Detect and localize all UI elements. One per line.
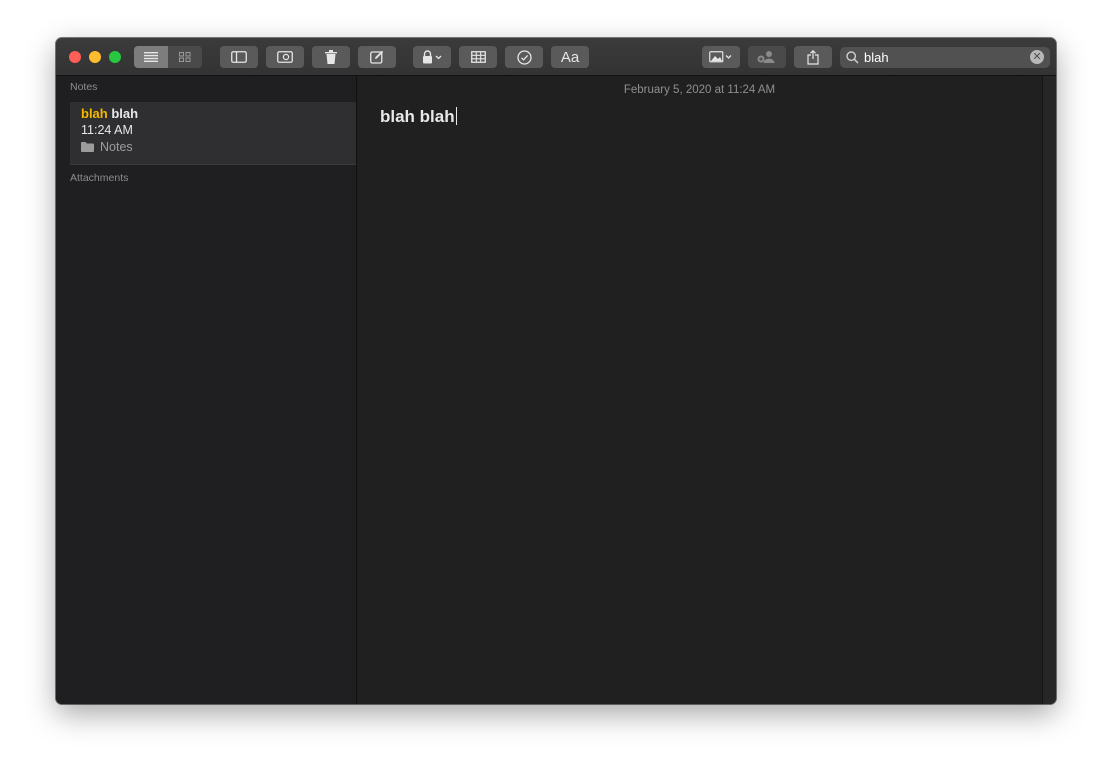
checklist-icon — [516, 49, 532, 65]
sidebar-icon — [231, 51, 247, 63]
note-body[interactable]: blah blah — [380, 107, 457, 127]
attachments-icon — [277, 51, 293, 63]
delete-note-button[interactable] — [312, 46, 350, 68]
note-title-rest: blah — [107, 106, 139, 121]
add-people-button[interactable] — [748, 46, 786, 68]
format-text-button[interactable]: Aa — [551, 46, 589, 68]
toggle-sidebar-button[interactable] — [220, 46, 258, 68]
add-media-button[interactable] — [702, 46, 740, 68]
add-people-icon — [757, 51, 775, 63]
gallery-view-button[interactable] — [168, 46, 202, 68]
note-list-item[interactable]: blah blah 11:24 AM Notes — [70, 102, 356, 165]
share-icon — [807, 49, 819, 65]
text-cursor — [455, 107, 457, 125]
editor-scrollbar[interactable] — [1042, 76, 1056, 704]
search-icon — [846, 51, 859, 64]
search-match-highlight: blah — [81, 106, 108, 121]
list-view-button[interactable] — [134, 46, 168, 68]
toolbar: Aa blah ✕ — [56, 38, 1056, 76]
lock-icon — [423, 50, 442, 64]
note-title: blah blah — [81, 106, 138, 121]
trash-icon — [325, 50, 337, 64]
share-button[interactable] — [794, 46, 832, 68]
photo-icon — [709, 51, 732, 63]
lock-note-button[interactable] — [413, 46, 451, 68]
zoom-window-button[interactable] — [109, 51, 121, 63]
note-folder-label: Notes — [100, 140, 133, 154]
minimize-window-button[interactable] — [89, 51, 101, 63]
list-view-icon — [144, 52, 158, 62]
note-editor[interactable]: February 5, 2020 at 11:24 AM blah blah — [357, 76, 1042, 704]
insert-table-button[interactable] — [459, 46, 497, 68]
note-date: February 5, 2020 at 11:24 AM — [623, 84, 776, 96]
notes-list-sidebar: Notes blah blah 11:24 AM Notes Attachmen… — [56, 76, 357, 704]
clear-icon[interactable]: ✕ — [1030, 50, 1044, 64]
attachments-browser-button[interactable] — [266, 46, 304, 68]
notes-section-header: Notes — [70, 81, 98, 93]
close-window-button[interactable] — [69, 51, 81, 63]
new-note-button[interactable] — [358, 46, 396, 68]
view-mode-segmented-control — [134, 46, 202, 68]
compose-icon — [370, 50, 384, 64]
format-label: Aa — [560, 48, 580, 66]
search-field[interactable]: ✕ — [840, 47, 1050, 68]
note-body-text: blah blah — [380, 107, 455, 126]
note-time: 11:24 AM — [81, 123, 133, 137]
attachments-section-header: Attachments — [70, 172, 129, 184]
table-icon — [470, 51, 486, 63]
gallery-view-icon — [179, 52, 191, 62]
notes-window: Aa blah ✕ Notes blah blah 11:24 AM Notes… — [56, 38, 1056, 704]
note-folder: Notes — [81, 140, 133, 154]
search-input[interactable] — [864, 50, 1024, 65]
folder-icon — [81, 142, 94, 152]
checklist-button[interactable] — [505, 46, 543, 68]
